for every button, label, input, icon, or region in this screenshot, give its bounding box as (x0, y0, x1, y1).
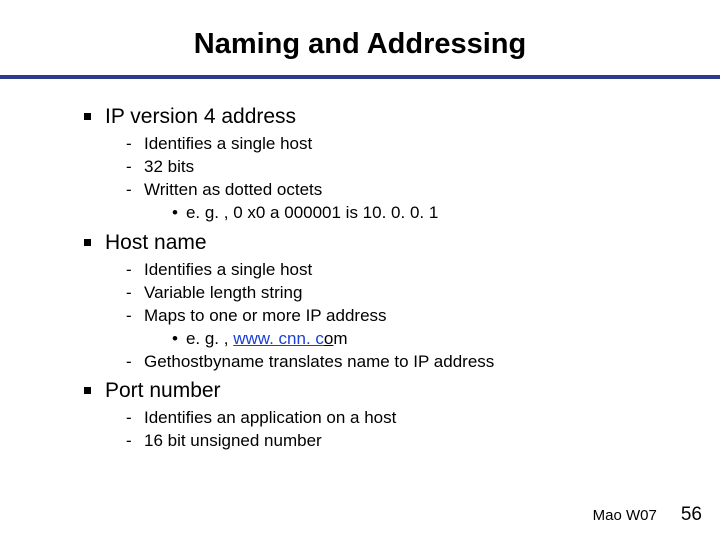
footer: Mao W07 56 (593, 504, 702, 526)
link-suffix: m (333, 329, 347, 348)
dash-icon: - (126, 305, 134, 328)
sub-bullet: -Maps to one or more IP address (126, 305, 720, 328)
sub-text: Identifies a single host (144, 133, 312, 156)
slide-body: IP version 4 address -Identifies a singl… (0, 79, 720, 453)
sub-text: 32 bits (144, 156, 194, 179)
sub-bullet: -Identifies a single host (126, 133, 720, 156)
sub-text: Identifies a single host (144, 259, 312, 282)
sub-text: Variable length string (144, 282, 302, 305)
sub-bullet: -16 bit unsigned number (126, 430, 720, 453)
bullet-port-number: Port number (84, 379, 720, 403)
sub-text: 16 bit unsigned number (144, 430, 322, 453)
bullet-heading: Port number (105, 379, 221, 403)
square-bullet-icon (84, 387, 91, 394)
eg-prefix: e. g. , (186, 329, 233, 348)
dash-icon: - (126, 133, 134, 156)
page-number: 56 (681, 504, 702, 526)
sub-text: Maps to one or more IP address (144, 305, 387, 328)
square-bullet-icon (84, 113, 91, 120)
dot-icon: • (172, 328, 178, 351)
dash-icon: - (126, 351, 134, 374)
sub-text: Written as dotted octets (144, 179, 322, 202)
dash-icon: - (126, 259, 134, 282)
sub-bullet: -Identifies a single host (126, 259, 720, 282)
subsub-bullet: • e. g. , 0 x0 a 000001 is 10. 0. 0. 1 (172, 202, 720, 225)
dash-icon: - (126, 282, 134, 305)
slide-title: Naming and Addressing (0, 0, 720, 75)
sub-bullet: -Identifies an application on a host (126, 407, 720, 430)
dot-icon: • (172, 202, 178, 225)
dash-icon: - (126, 179, 134, 202)
subsub-text: e. g. , 0 x0 a 000001 is 10. 0. 0. 1 (186, 202, 438, 225)
square-bullet-icon (84, 239, 91, 246)
sub-text: Identifies an application on a host (144, 407, 396, 430)
footer-credit: Mao W07 (593, 507, 657, 524)
sub-bullet: -Written as dotted octets (126, 179, 720, 202)
dash-icon: - (126, 430, 134, 453)
bullet-heading: Host name (105, 231, 207, 255)
bullet-host-name: Host name (84, 231, 720, 255)
sub-text: Gethostbyname translates name to IP addr… (144, 351, 494, 374)
dash-icon: - (126, 407, 134, 430)
dash-icon: - (126, 156, 134, 179)
link-cnn[interactable]: www. cnn. c (233, 329, 324, 348)
bullet-ip-address: IP version 4 address (84, 105, 720, 129)
sub-bullet: -Gethostbyname translates name to IP add… (126, 351, 720, 374)
sub-bullet: -32 bits (126, 156, 720, 179)
link-tail: o (324, 329, 333, 348)
bullet-heading: IP version 4 address (105, 105, 296, 129)
subsub-text: e. g. , www. cnn. com (186, 328, 348, 351)
sub-bullet: -Variable length string (126, 282, 720, 305)
subsub-bullet: • e. g. , www. cnn. com (172, 328, 720, 351)
